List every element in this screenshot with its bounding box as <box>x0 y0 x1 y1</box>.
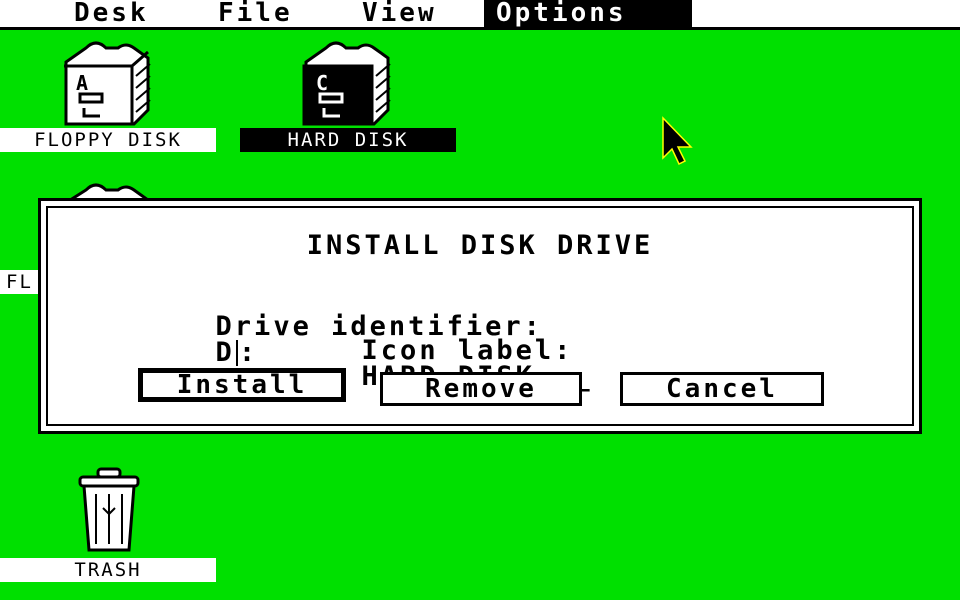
floppy-disk-label: FLOPPY DISK <box>0 128 216 152</box>
text-cursor <box>235 340 238 366</box>
menu-view[interactable]: View <box>350 0 449 27</box>
install-button[interactable]: Install <box>138 368 346 402</box>
drive-letter: A <box>76 71 88 95</box>
dialog-title: INSTALL DISK DRIVE <box>306 230 654 261</box>
trash-label: TRASH <box>0 558 216 582</box>
hard-disk-label: HARD DISK <box>240 128 456 152</box>
trash-icon <box>78 467 140 552</box>
floppy-disk-icon-group[interactable]: A FLOPPY DISK <box>0 36 216 154</box>
menu-options[interactable]: Options <box>484 0 692 27</box>
floppy-disk-b-label: FL <box>0 270 40 294</box>
menu-bar: Desk File View Options <box>0 0 960 30</box>
drawer-icon: C <box>302 41 391 126</box>
mouse-pointer-icon <box>662 116 693 166</box>
menu-desk[interactable]: Desk <box>62 0 161 27</box>
drawer-icon: A <box>64 41 151 126</box>
dialog-frame: INSTALL DISK DRIVE Drive identifier: D: … <box>46 206 914 426</box>
hard-disk-icon-group[interactable]: C HARD DISK <box>240 36 456 154</box>
trash-icon-group[interactable]: TRASH <box>0 466 216 584</box>
menu-file[interactable]: File <box>206 0 305 27</box>
drive-identifier-value: D <box>215 337 235 368</box>
install-disk-drive-dialog: INSTALL DISK DRIVE Drive identifier: D: … <box>38 198 922 434</box>
drive-letter: C <box>316 71 328 95</box>
remove-button[interactable]: Remove <box>380 372 582 406</box>
cancel-button[interactable]: Cancel <box>620 372 824 406</box>
